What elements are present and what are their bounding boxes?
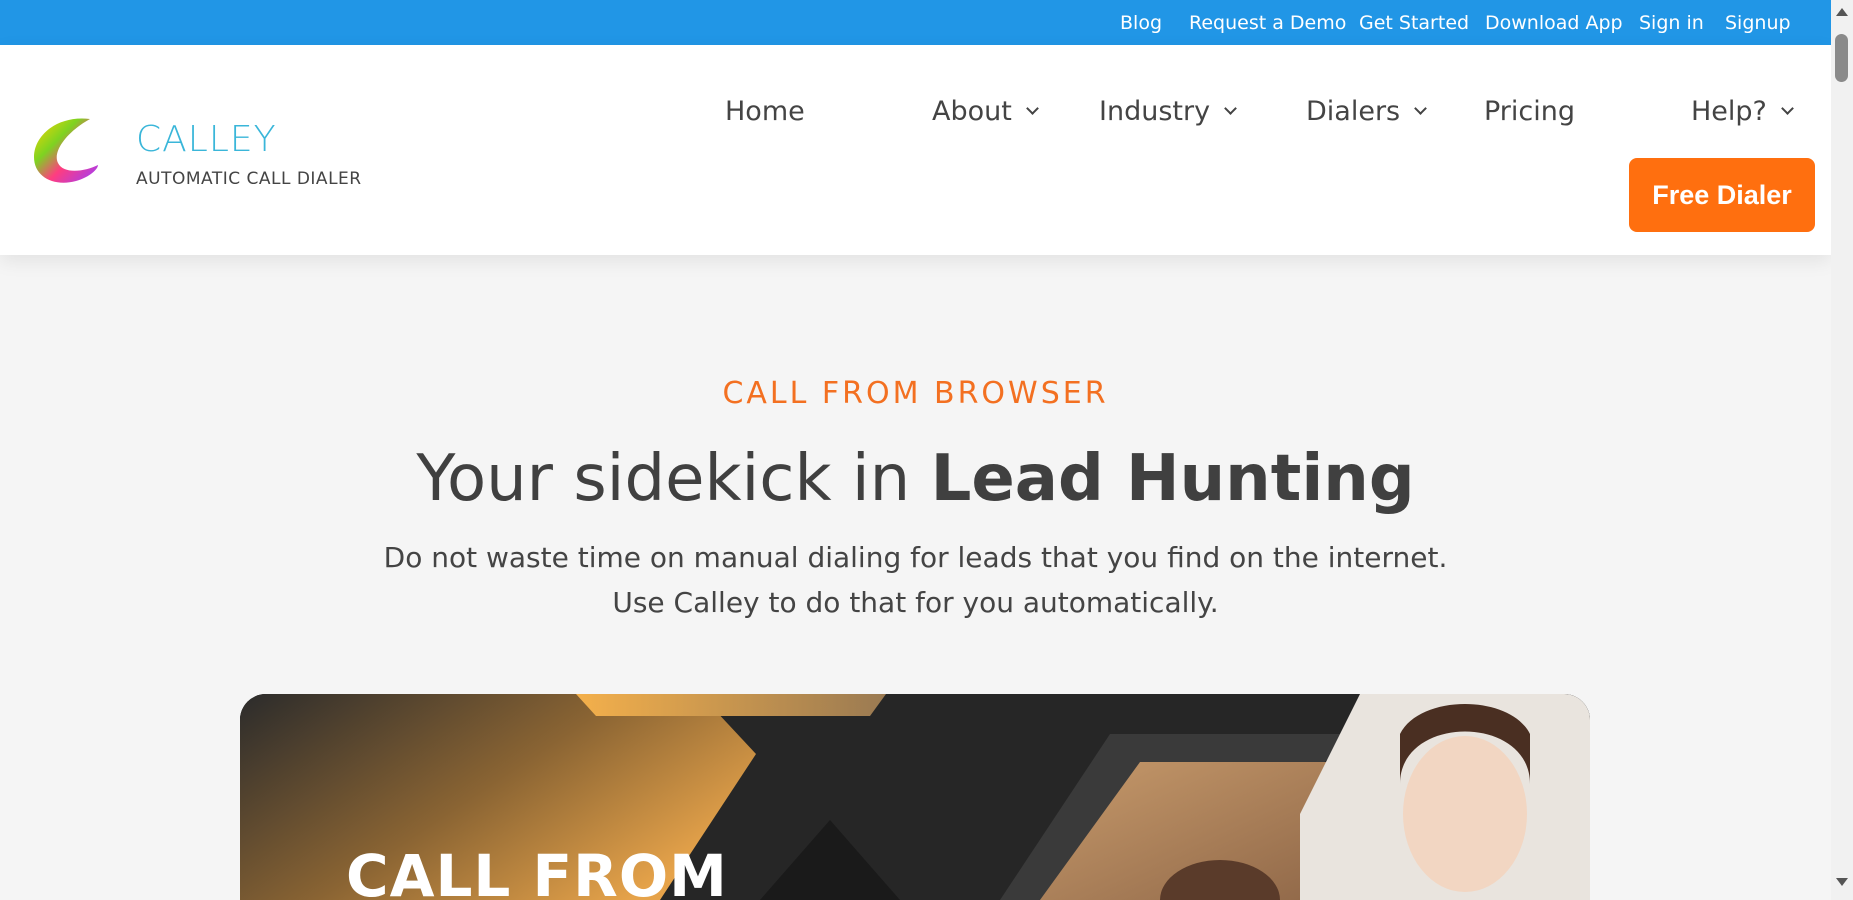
calley-logo[interactable]: CALLEY AUTOMATIC CALL DIALER — [28, 113, 361, 213]
hero-eyebrow: CALL FROM BROWSER — [722, 376, 1109, 411]
chevron-down-icon — [1414, 102, 1427, 115]
topbar-link-get-started[interactable]: Get Started — [1359, 12, 1469, 34]
nav-pricing-label: Pricing — [1484, 96, 1576, 127]
topbar-link-signup[interactable]: Signup — [1725, 12, 1791, 34]
nav-industry[interactable]: Industry — [1099, 96, 1237, 127]
free-dialer-button[interactable]: Free Dialer — [1629, 158, 1815, 232]
nav-about-label: About — [932, 96, 1012, 127]
calley-logo-icon — [34, 118, 98, 183]
logo-title: CALLEY — [136, 119, 277, 160]
nav-help-label: Help? — [1691, 96, 1767, 127]
scrollbar-thumb[interactable] — [1835, 34, 1848, 82]
nav-home[interactable]: Home — [725, 96, 805, 127]
topbar-link-sign-in[interactable]: Sign in — [1639, 12, 1704, 34]
nav-help[interactable]: Help? — [1691, 96, 1794, 127]
nav-about[interactable]: About — [932, 96, 1039, 127]
chevron-down-icon — [1781, 102, 1794, 115]
hero-headline-regular: Your sidekick in — [416, 442, 931, 516]
hero-banner-image: CALL FROM — [240, 694, 1590, 900]
scroll-up-arrow-icon[interactable] — [1836, 8, 1848, 16]
hero-headline-bold: Lead Hunting — [930, 442, 1415, 516]
banner-title: CALL FROM — [346, 842, 728, 900]
nav-home-label: Home — [725, 96, 805, 127]
nav-dialers[interactable]: Dialers — [1306, 96, 1427, 127]
hero-description-line1: Do not waste time on manual dialing for … — [383, 541, 1448, 574]
hero-description-line2: Use Calley to do that for you automatica… — [612, 586, 1219, 619]
top-bar: Blog Request a Demo Get Started Download… — [0, 0, 1831, 45]
scroll-down-arrow-icon[interactable] — [1836, 878, 1848, 886]
logo-subtitle: AUTOMATIC CALL DIALER — [136, 169, 362, 189]
chevron-down-icon — [1025, 102, 1039, 115]
hero-headline: Your sidekick in Lead Hunting — [0, 442, 1831, 516]
topbar-link-blog[interactable]: Blog — [1120, 12, 1162, 34]
vertical-scrollbar[interactable] — [1831, 0, 1853, 900]
nav-industry-label: Industry — [1099, 96, 1211, 127]
chevron-down-icon — [1224, 102, 1237, 115]
nav-dialers-label: Dialers — [1306, 96, 1401, 127]
nav-pricing[interactable]: Pricing — [1484, 96, 1575, 127]
topbar-link-download-app[interactable]: Download App — [1485, 12, 1623, 34]
topbar-link-request-demo[interactable]: Request a Demo — [1189, 12, 1346, 34]
main-header: CALLEY AUTOMATIC CALL DIALER Home About … — [0, 45, 1831, 255]
